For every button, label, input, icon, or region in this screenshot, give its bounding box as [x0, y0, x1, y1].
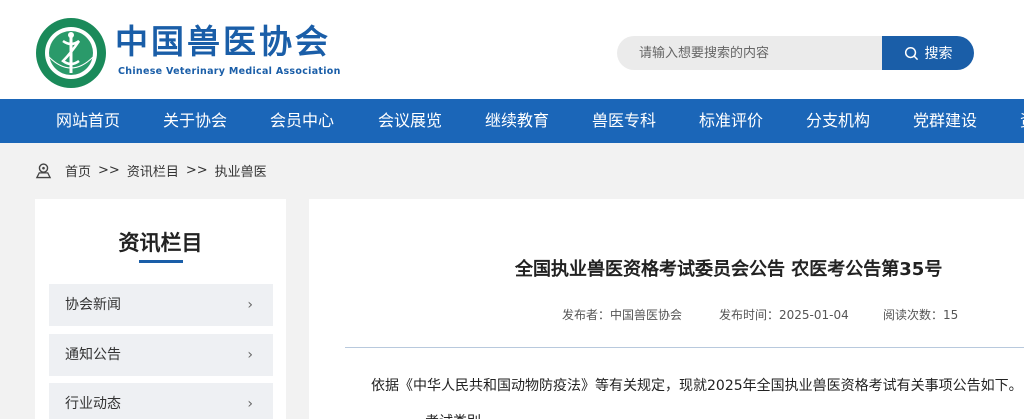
publish-time-label: 发布时间： [719, 308, 780, 322]
nav-item-conferences[interactable]: 会议展览 [378, 99, 442, 143]
sidebar-title: 资讯栏目 [118, 231, 203, 255]
read-count-value: 15 [943, 308, 959, 322]
article-divider [345, 347, 1024, 348]
site-name-en: Chinese Veterinary Medical Association [118, 66, 341, 77]
nav-item-party[interactable]: 党群建设 [913, 99, 977, 143]
chevron-right-icon: › [247, 396, 253, 412]
breadcrumb-home[interactable]: 首页 [65, 161, 91, 180]
nav-item-news[interactable]: 资 [1020, 99, 1024, 143]
publish-time-value: 2025-01-04 [779, 308, 849, 322]
publisher-label: 发布者： [562, 308, 611, 322]
sidebar-item-industry-news[interactable]: 行业动态 › [49, 383, 273, 419]
breadcrumb-news-column[interactable]: 资讯栏目 [127, 161, 179, 180]
breadcrumb-separator: >> [185, 162, 208, 178]
site-name-cn[interactable]: 中国兽医协会 [115, 22, 331, 62]
breadcrumb-vet-practice[interactable]: 执业兽医 [215, 161, 267, 180]
site-header: 中国兽医协会 Chinese Veterinary Medical Associ… [0, 0, 1024, 99]
article-body-paragraph: 依据《中华人民共和国动物防疫法》等有关规定，现就2025年全国执业兽医资格考试有… [371, 378, 1023, 394]
nav-item-branches[interactable]: 分支机构 [806, 99, 870, 143]
search-icon [904, 46, 918, 60]
search-button-label: 搜索 [924, 46, 953, 62]
sidebar-item-label: 通知公告 [65, 347, 121, 363]
sidebar-item-association-news[interactable]: 协会新闻 › [49, 284, 273, 326]
sidebar: 资讯栏目 协会新闻 › 通知公告 › 行业动态 › [35, 199, 286, 419]
chevron-right-icon: › [247, 297, 253, 313]
search-button[interactable]: 搜索 [882, 36, 974, 70]
nav-item-education[interactable]: 继续教育 [485, 99, 549, 143]
article-section-heading: 一、考试类别 [397, 411, 481, 419]
nav-item-home[interactable]: 网站首页 [56, 99, 120, 143]
nav-item-about[interactable]: 关于协会 [163, 99, 227, 143]
article-publish-time: 发布时间：2025-01-04 [719, 306, 849, 323]
association-emblem-icon[interactable] [35, 17, 107, 89]
article-title: 全国执业兽医资格考试委员会公告 农医考公告第35号 [515, 259, 943, 280]
breadcrumb: 首页 >> 资讯栏目 >> 执业兽医 [35, 160, 267, 180]
publisher-value: 中国兽医协会 [610, 308, 683, 322]
nav-item-specialty[interactable]: 兽医专科 [592, 99, 656, 143]
search-input[interactable] [617, 36, 885, 70]
sidebar-item-notices[interactable]: 通知公告 › [49, 334, 273, 376]
article-publisher: 发布者：中国兽医协会 [562, 306, 682, 323]
chevron-right-icon: › [247, 347, 253, 363]
main-nav: 网站首页 关于协会 会员中心 会议展览 继续教育 兽医专科 标准评价 分支机构 … [0, 99, 1024, 143]
breadcrumb-separator: >> [98, 162, 120, 178]
sidebar-item-label: 协会新闻 [65, 297, 121, 313]
nav-item-members[interactable]: 会员中心 [270, 99, 334, 143]
article-read-count: 阅读次数：15 [883, 306, 958, 323]
location-icon [35, 162, 52, 178]
nav-item-standards[interactable]: 标准评价 [699, 99, 763, 143]
sidebar-item-label: 行业动态 [65, 396, 121, 412]
sidebar-title-underline [139, 260, 183, 263]
read-count-label: 阅读次数： [883, 308, 944, 322]
article-panel: 全国执业兽医资格考试委员会公告 农医考公告第35号 发布者：中国兽医协会 发布时… [309, 199, 1024, 419]
